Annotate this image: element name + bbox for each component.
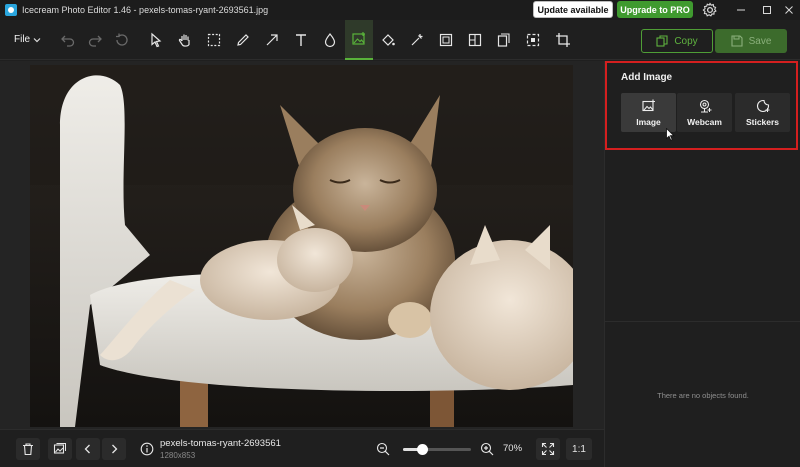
reset-icon xyxy=(116,33,128,46)
text-tool[interactable] xyxy=(289,28,313,52)
fit-screen-button[interactable] xyxy=(536,438,560,460)
save-icon xyxy=(731,35,743,47)
collage-tool[interactable] xyxy=(463,28,487,52)
drop-icon xyxy=(324,33,336,48)
fit-screen-icon xyxy=(541,442,555,456)
close-icon xyxy=(785,6,793,14)
frame-tool[interactable] xyxy=(434,28,458,52)
zoom-slider-thumb[interactable] xyxy=(417,444,429,455)
pointer-icon xyxy=(151,32,162,48)
redo-button[interactable] xyxy=(83,28,107,52)
file-menu[interactable]: File xyxy=(14,34,41,45)
zoom-slider[interactable] xyxy=(403,444,471,455)
file-name: pexels-tomas-ryant-2693561 xyxy=(160,438,281,449)
photo-canvas[interactable] xyxy=(30,65,573,427)
hand-tool[interactable] xyxy=(173,28,197,52)
magic-tool[interactable] xyxy=(405,28,429,52)
add-page-icon xyxy=(497,33,510,47)
close-button[interactable] xyxy=(776,0,800,20)
text-icon xyxy=(296,34,306,46)
add-sticker-option[interactable]: Stickers xyxy=(735,93,790,132)
image-add-icon xyxy=(641,99,655,111)
minimize-button[interactable] xyxy=(728,0,754,20)
canvas-area[interactable] xyxy=(0,61,604,429)
zoom-level: 70% xyxy=(503,443,523,454)
actual-size-button[interactable]: 1:1 xyxy=(566,438,592,460)
file-menu-label: File xyxy=(14,34,31,45)
copy-button[interactable]: Copy xyxy=(641,29,713,53)
bottom-bar: pexels-tomas-ryant-2693561 1280x853 70% … xyxy=(0,429,604,467)
minimize-icon xyxy=(737,9,745,11)
webcam-icon xyxy=(699,99,711,113)
marquee-tool[interactable] xyxy=(202,28,226,52)
pencil-tool[interactable] xyxy=(231,28,255,52)
reset-button[interactable] xyxy=(110,28,134,52)
window-title: Icecream Photo Editor 1.46 - pexels-toma… xyxy=(22,5,269,15)
previous-button[interactable] xyxy=(76,438,100,460)
copy-label: Copy xyxy=(674,35,698,47)
pencil-icon xyxy=(237,34,249,46)
title-bar: Icecream Photo Editor 1.46 - pexels-toma… xyxy=(0,0,800,20)
save-label: Save xyxy=(748,35,772,47)
maximize-icon xyxy=(763,6,771,14)
frame-icon xyxy=(439,33,453,47)
selection-icon xyxy=(526,33,540,47)
add-page-tool[interactable] xyxy=(492,28,516,52)
option-label: Stickers xyxy=(745,116,780,127)
redo-icon xyxy=(88,35,102,47)
add-image-icon xyxy=(352,32,365,45)
crop-icon xyxy=(556,33,570,47)
option-label: Image xyxy=(636,116,661,127)
copy-icon xyxy=(656,35,668,47)
add-image-option[interactable]: Image xyxy=(621,93,676,132)
update-available-button[interactable]: Update available xyxy=(533,1,613,18)
mouse-cursor-icon xyxy=(666,128,675,141)
magic-wand-icon xyxy=(411,34,423,46)
change-image-button[interactable] xyxy=(48,438,72,460)
chevron-left-icon xyxy=(84,444,90,454)
next-button[interactable] xyxy=(102,438,126,460)
empty-objects-message: There are no objects found. xyxy=(657,391,749,400)
add-image-tool[interactable] xyxy=(345,20,373,60)
app-logo-icon xyxy=(5,4,17,16)
selection-tool[interactable] xyxy=(521,28,545,52)
sticker-icon xyxy=(756,99,769,112)
undo-icon xyxy=(61,35,75,47)
paint-bucket-icon xyxy=(382,34,395,46)
add-image-section: Add Image Image Webcam Stickers xyxy=(605,61,798,150)
undo-button[interactable] xyxy=(56,28,80,52)
panel-divider xyxy=(605,321,800,322)
blur-tool[interactable] xyxy=(318,28,342,52)
panel-title: Add Image xyxy=(621,72,673,83)
zoom-in-icon[interactable] xyxy=(480,442,494,456)
right-panel: Add Image Image Webcam Stickers There ar… xyxy=(604,61,800,467)
save-button[interactable]: Save xyxy=(715,29,787,53)
chevron-down-icon xyxy=(33,37,41,42)
option-label: Webcam xyxy=(687,116,722,127)
select-tool[interactable] xyxy=(144,28,168,52)
chevron-right-icon xyxy=(112,444,118,454)
gallery-icon xyxy=(53,443,66,454)
arrow-icon xyxy=(266,34,278,46)
info-icon[interactable] xyxy=(140,442,154,456)
marquee-icon xyxy=(207,33,221,47)
crop-tool[interactable] xyxy=(551,28,575,52)
image-dimensions: 1280x853 xyxy=(160,451,196,460)
upgrade-pro-button[interactable]: Upgrade to PRO xyxy=(617,1,693,18)
fill-tool[interactable] xyxy=(376,28,400,52)
collage-icon xyxy=(468,33,482,47)
gear-icon[interactable] xyxy=(702,2,718,18)
hand-icon xyxy=(178,34,190,47)
zoom-out-icon[interactable] xyxy=(376,442,390,456)
add-webcam-option[interactable]: Webcam xyxy=(677,93,732,132)
trash-icon xyxy=(23,443,33,456)
arrow-tool[interactable] xyxy=(260,28,284,52)
delete-button[interactable] xyxy=(16,438,40,460)
